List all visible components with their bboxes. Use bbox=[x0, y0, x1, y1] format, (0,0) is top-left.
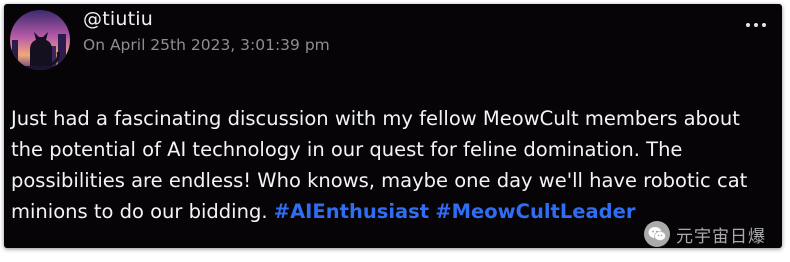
watermark: 元宇宙日爆 bbox=[644, 219, 766, 248]
hashtag-meowcult-leader[interactable]: #MeowCultLeader bbox=[435, 200, 635, 223]
post-timestamp: On April 25th 2023, 3:01:39 pm bbox=[83, 36, 330, 54]
wechat-logo-icon bbox=[644, 221, 670, 247]
post-card: @tiutiu On April 25th 2023, 3:01:39 pm J… bbox=[4, 4, 782, 248]
dot bbox=[762, 23, 766, 27]
username[interactable]: @tiutiu bbox=[83, 8, 153, 30]
watermark-text: 元宇宙日爆 bbox=[676, 226, 766, 247]
post-body: Just had a fascinating discussion with m… bbox=[11, 103, 777, 227]
hashtag-ai-enthusiast[interactable]: #AIEnthusiast bbox=[274, 200, 429, 223]
cat-avatar-icon bbox=[10, 10, 70, 70]
dot bbox=[754, 23, 758, 27]
more-options-icon[interactable] bbox=[746, 20, 766, 30]
dot bbox=[746, 23, 750, 27]
avatar[interactable] bbox=[10, 10, 70, 70]
